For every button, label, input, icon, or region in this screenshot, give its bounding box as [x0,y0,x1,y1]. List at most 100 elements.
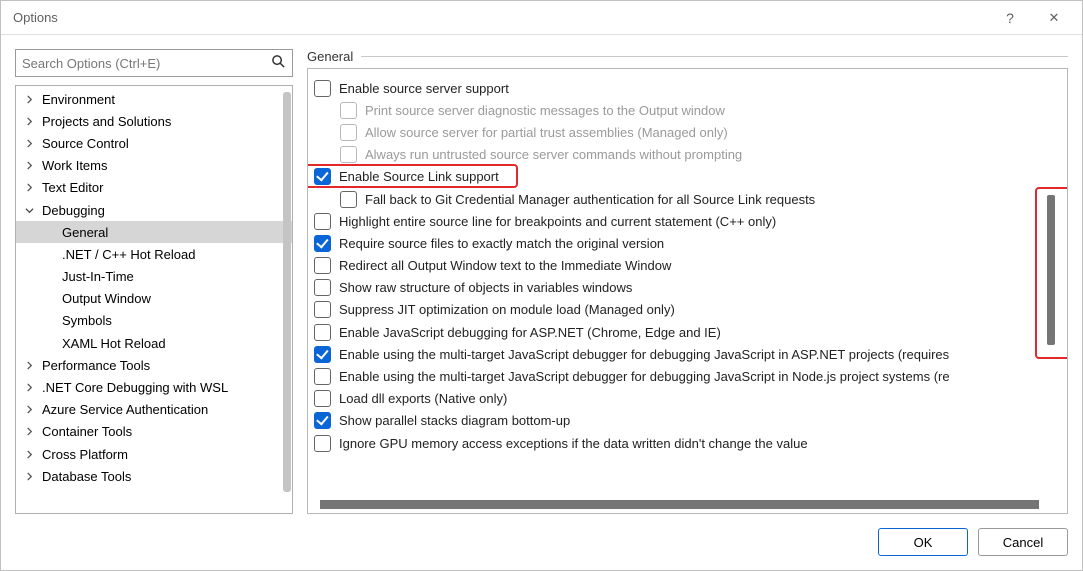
tree-list[interactable]: Environment Projects and Solutions Source … [16,86,292,513]
option-row: Always run untrusted source server comma… [314,144,1061,166]
tree-node-item[interactable]: Performance Tools [16,354,292,376]
options-h-scrollbar[interactable] [320,500,1039,509]
tree-item-label: XAML Hot Reload [62,336,166,351]
tree-child-item[interactable]: General [16,221,292,243]
option-checkbox[interactable] [314,324,331,341]
option-checkbox[interactable] [314,235,331,252]
chevron-right-icon[interactable] [22,159,36,173]
category-tree: Environment Projects and Solutions Source … [15,85,293,514]
option-checkbox[interactable] [314,368,331,385]
tree-node-item[interactable]: Database Tools [16,465,292,487]
option-checkbox[interactable] [314,168,331,185]
chevron-right-icon[interactable] [22,403,36,417]
chevron-right-icon[interactable] [22,358,36,372]
option-row: Show parallel stacks diagram bottom-up [314,410,1061,432]
options-list[interactable]: Enable source server support Print source… [308,69,1067,513]
option-label: Fall back to Git Credential Manager auth… [365,192,815,207]
option-checkbox[interactable] [314,390,331,407]
tree-item-label: Just-In-Time [62,269,134,284]
tree-item-label: Container Tools [42,424,132,439]
chevron-right-icon[interactable] [22,447,36,461]
option-label: Always run untrusted source server comma… [365,147,742,162]
search-box[interactable] [15,49,293,77]
tree-node-item[interactable]: Work Items [16,155,292,177]
tree-node-item[interactable]: Azure Service Authentication [16,399,292,421]
chevron-right-icon[interactable] [22,469,36,483]
search-input[interactable] [22,56,270,71]
option-label: Enable JavaScript debugging for ASP.NET … [339,325,721,340]
option-label: Ignore GPU memory access exceptions if t… [339,436,808,451]
chevron-right-icon[interactable] [22,114,36,128]
ok-button[interactable]: OK [878,528,968,556]
right-column: General Enable source server supportPrin… [307,49,1068,514]
dialog-body: Environment Projects and Solutions Source … [1,35,1082,514]
chevron-down-icon[interactable] [22,203,36,217]
option-label: Show raw structure of objects in variabl… [339,280,632,295]
tree-node-item[interactable]: Cross Platform [16,443,292,465]
chevron-right-icon[interactable] [22,425,36,439]
option-checkbox[interactable] [314,279,331,296]
tree-node-item[interactable]: Debugging [16,199,292,221]
tree-child-item[interactable]: .NET / C++ Hot Reload [16,243,292,265]
tree-node-item[interactable]: Container Tools [16,421,292,443]
option-row: Load dll exports (Native only) [314,388,1061,410]
option-checkbox[interactable] [314,257,331,274]
chevron-right-icon[interactable] [22,181,36,195]
tree-scrollbar[interactable] [283,92,291,492]
option-label: Show parallel stacks diagram bottom-up [339,413,570,428]
options-dialog: Options ? ✕ Environment Projects and Solu… [0,0,1083,571]
option-checkbox [340,124,357,141]
dialog-footer: OK Cancel [1,514,1082,570]
tree-child-item[interactable]: Just-In-Time [16,266,292,288]
help-button[interactable]: ? [988,4,1032,32]
option-row: Enable using the multi-target JavaScript… [314,343,1061,365]
option-label: Enable source server support [339,81,509,96]
tree-child-item[interactable]: Output Window [16,288,292,310]
tree-item-label: .NET Core Debugging with WSL [42,380,228,395]
tree-item-label: Performance Tools [42,358,150,373]
tree-item-label: Text Editor [42,180,103,195]
option-checkbox [340,102,357,119]
option-row: Enable using the multi-target JavaScript… [314,365,1061,387]
option-row: Suppress JIT optimization on module load… [314,299,1061,321]
option-label: Enable using the multi-target JavaScript… [339,369,950,384]
option-checkbox[interactable] [314,435,331,452]
tree-child-item[interactable]: XAML Hot Reload [16,332,292,354]
option-row: Print source server diagnostic messages … [314,99,1061,121]
option-checkbox [340,146,357,163]
options-panel: Enable source server support Print source… [307,68,1068,514]
tree-node-item[interactable]: Source Control [16,132,292,154]
tree-item-label: .NET / C++ Hot Reload [62,247,195,262]
search-icon [270,54,286,72]
option-label: Load dll exports (Native only) [339,391,507,406]
option-label: Suppress JIT optimization on module load… [339,302,675,317]
cancel-button[interactable]: Cancel [978,528,1068,556]
tree-node-item[interactable]: Projects and Solutions [16,110,292,132]
group-divider [361,56,1068,57]
tree-node-item[interactable]: .NET Core Debugging with WSL [16,376,292,398]
option-label: Enable Source Link support [339,169,499,184]
option-row: Require source files to exactly match th… [314,232,1061,254]
tree-node-item[interactable]: Environment [16,88,292,110]
close-button[interactable]: ✕ [1032,4,1076,32]
tree-child-item[interactable]: Symbols [16,310,292,332]
tree-node-item[interactable]: Text Editor [16,177,292,199]
option-checkbox[interactable] [314,213,331,230]
option-label: Highlight entire source line for breakpo… [339,214,776,229]
tree-item-label: Work Items [42,158,108,173]
tree-item-label: Database Tools [42,469,131,484]
tree-item-label: Projects and Solutions [42,114,171,129]
tree-item-label: Source Control [42,136,129,151]
option-checkbox[interactable] [314,301,331,318]
option-checkbox[interactable] [314,80,331,97]
chevron-right-icon[interactable] [22,381,36,395]
option-row: Redirect all Output Window text to the I… [314,255,1061,277]
window-title: Options [13,10,988,25]
option-checkbox[interactable] [314,412,331,429]
option-checkbox[interactable] [340,191,357,208]
option-row: Enable JavaScript debugging for ASP.NET … [314,321,1061,343]
option-label: Enable using the multi-target JavaScript… [339,347,949,362]
chevron-right-icon[interactable] [22,136,36,150]
chevron-right-icon[interactable] [22,92,36,106]
option-checkbox[interactable] [314,346,331,363]
